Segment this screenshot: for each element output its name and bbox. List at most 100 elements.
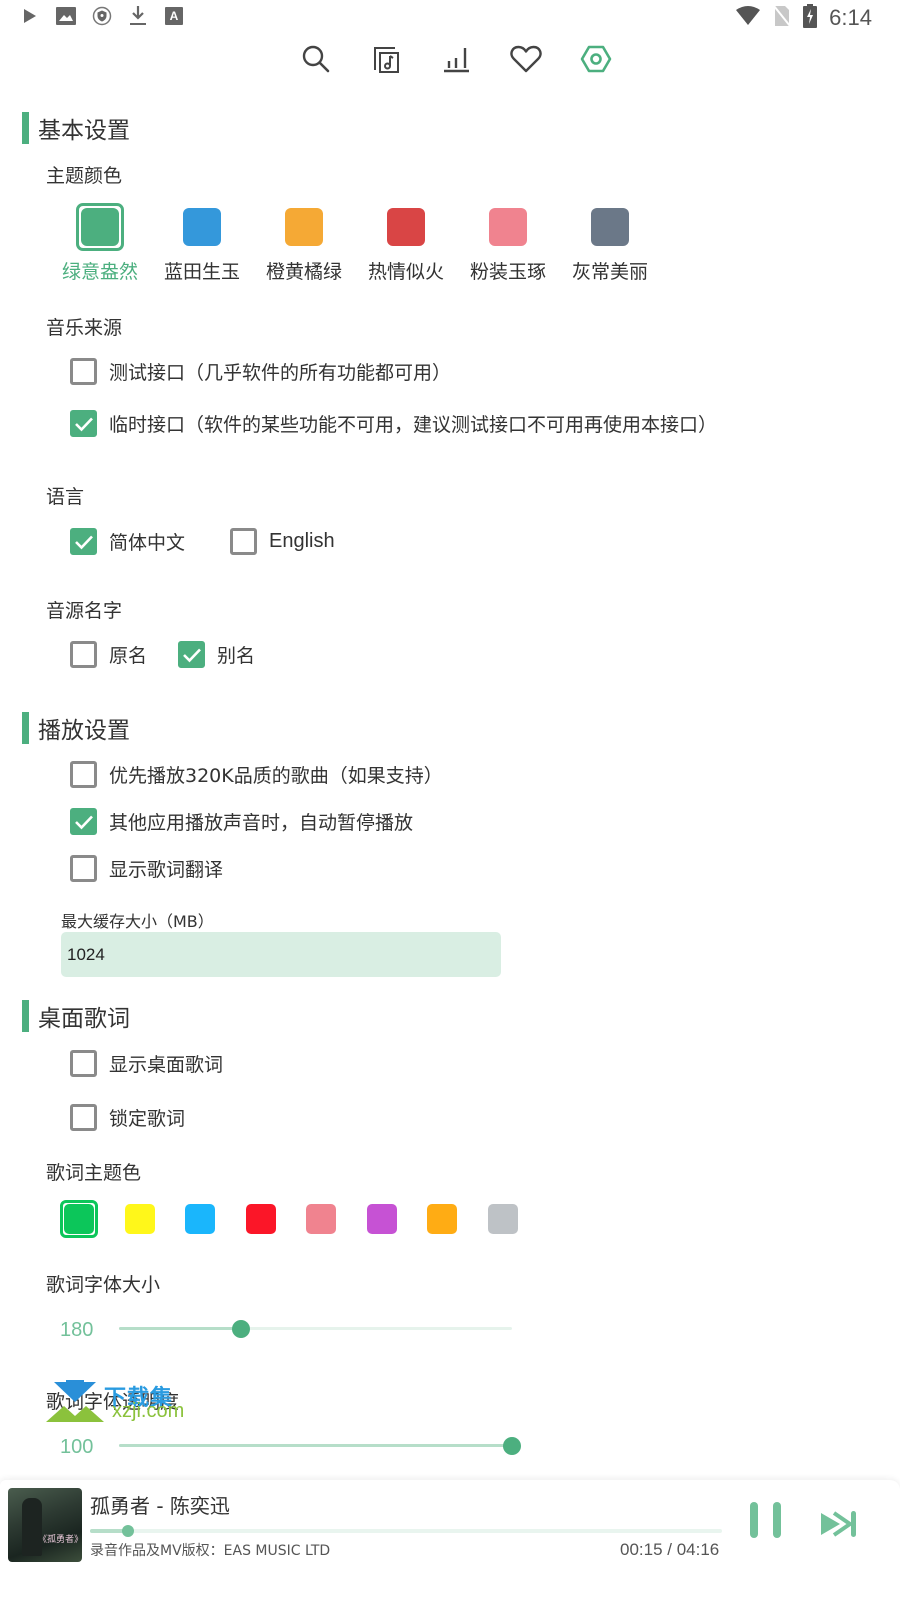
status-time: 6:14 [829, 5, 872, 30]
checkbox-simplified-chinese[interactable]: 简体中文 [70, 528, 185, 555]
pause-button[interactable] [748, 1500, 784, 1542]
lyric-swatch[interactable] [64, 1204, 94, 1234]
settings-hexagon-icon [580, 44, 612, 78]
lyric-color-option[interactable] [242, 1200, 303, 1238]
theme-swatch-frame [382, 203, 430, 251]
theme-swatch[interactable] [591, 208, 629, 246]
section-title: 桌面歌词 [38, 1006, 130, 1032]
checkbox-show-translation[interactable]: 显示歌词翻译 [70, 855, 223, 882]
checkbox[interactable] [70, 855, 97, 882]
theme-option[interactable]: 灰常美丽 [559, 203, 661, 284]
checkbox-temp-api[interactable]: 临时接口（软件的某些功能不可用，建议测试接口不可用再使用本接口） [70, 410, 717, 437]
font-size-slider[interactable] [119, 1319, 512, 1339]
nav-settings[interactable] [579, 44, 613, 78]
lyric-swatch[interactable] [306, 1204, 336, 1234]
checkbox-test-api[interactable]: 测试接口（几乎软件的所有功能都可用） [70, 358, 451, 385]
lyric-swatch[interactable] [427, 1204, 457, 1234]
checkbox-original-name[interactable]: 原名 [70, 641, 147, 668]
wifi-icon [735, 6, 761, 30]
checkbox-show-desktop-lyrics[interactable]: 显示桌面歌词 [70, 1050, 223, 1077]
image-icon [56, 6, 76, 26]
nav-favorites[interactable] [509, 44, 543, 78]
checkbox[interactable] [70, 1050, 97, 1077]
theme-option[interactable]: 蓝田生玉 [151, 203, 253, 284]
mini-player: 《孤勇者》 孤勇者 - 陈奕迅 录音作品及MV版权：EAS MUSIC LTD … [0, 1480, 900, 1600]
slider-thumb[interactable] [231, 1320, 250, 1338]
music-library-icon [371, 44, 401, 78]
checkbox[interactable] [70, 641, 97, 668]
checkbox-english[interactable]: English [230, 528, 335, 555]
lyric-color-option[interactable] [484, 1200, 545, 1238]
lyric-swatch[interactable] [366, 1204, 397, 1234]
checkbox[interactable] [70, 410, 97, 437]
lyric-color-option[interactable] [181, 1200, 242, 1238]
lyric-swatch-frame [242, 1200, 280, 1238]
cache-size-input[interactable] [61, 932, 501, 977]
checkbox-label: 显示桌面歌词 [109, 1054, 224, 1076]
theme-label: 蓝田生玉 [163, 261, 240, 283]
lyric-color-option[interactable] [302, 1200, 363, 1238]
theme-option[interactable]: 绿意盎然 [49, 203, 151, 284]
theme-swatch-frame [586, 203, 634, 251]
slider-fill [119, 1327, 241, 1330]
font-size-label: 歌词字体大小 [46, 1274, 161, 1296]
section-desktop-lyrics: 桌面歌词 [22, 999, 130, 1033]
checkbox[interactable] [70, 358, 97, 385]
section-title: 基本设置 [38, 118, 130, 144]
checkbox-label: 显示歌词翻译 [109, 859, 224, 881]
playback-time: 00:15 / 04:16 [620, 1540, 720, 1559]
checkbox-lock-lyrics[interactable]: 锁定歌词 [70, 1104, 185, 1131]
opacity-slider[interactable] [119, 1436, 521, 1456]
next-track-button[interactable] [820, 1510, 860, 1538]
progress-thumb[interactable] [121, 1525, 134, 1537]
opacity-label: 歌词字体透明度 [46, 1391, 180, 1413]
checkbox[interactable] [70, 761, 97, 788]
theme-swatch[interactable] [387, 208, 425, 246]
theme-label: 热情似火 [367, 261, 444, 283]
checkbox[interactable] [70, 808, 97, 835]
no-sim-icon [773, 5, 791, 31]
search-icon [301, 44, 331, 78]
lyric-color-option[interactable] [423, 1200, 484, 1238]
checkbox-alias-name[interactable]: 别名 [178, 641, 255, 668]
checkmark-icon [182, 648, 201, 662]
theme-option[interactable]: 粉装玉琢 [457, 203, 559, 284]
lyric-swatch[interactable] [185, 1204, 215, 1234]
nav-search[interactable] [299, 44, 333, 78]
slider-fill [119, 1444, 512, 1447]
checkbox[interactable] [178, 641, 205, 668]
lyric-color-option[interactable] [363, 1200, 424, 1238]
theme-swatch-frame [280, 203, 328, 251]
top-nav [0, 44, 900, 84]
checkbox[interactable] [70, 528, 97, 555]
section-play-settings: 播放设置 [22, 711, 130, 745]
section-title: 播放设置 [38, 718, 130, 744]
play-icon [20, 6, 40, 26]
slider-thumb[interactable] [503, 1437, 521, 1455]
checkbox-auto-pause[interactable]: 其他应用播放声音时，自动暂停播放 [70, 808, 413, 835]
checkbox[interactable] [230, 528, 257, 555]
theme-option[interactable]: 热情似火 [355, 203, 457, 284]
theme-swatch[interactable] [183, 208, 221, 246]
checkmark-icon [74, 815, 93, 829]
theme-swatch[interactable] [81, 208, 119, 246]
theme-swatch[interactable] [285, 208, 323, 246]
nav-charts[interactable] [439, 44, 473, 78]
lyric-swatch[interactable] [245, 1204, 276, 1234]
lyric-color-option[interactable] [121, 1200, 182, 1238]
source-name-label: 音源名字 [46, 600, 123, 622]
theme-swatch[interactable] [489, 208, 527, 246]
lyric-swatch[interactable] [487, 1204, 518, 1234]
cache-size-label: 最大缓存大小（MB） [61, 912, 214, 931]
album-cover[interactable]: 《孤勇者》 [8, 1488, 82, 1562]
nav-music-library[interactable] [369, 44, 403, 78]
checkbox[interactable] [70, 1104, 97, 1131]
lyric-swatch-frame [60, 1200, 98, 1238]
song-title[interactable]: 孤勇者 - 陈奕迅 [90, 1490, 230, 1519]
lyric-color-option[interactable] [60, 1200, 121, 1238]
playback-progress[interactable] [90, 1524, 722, 1538]
lyric-swatch[interactable] [124, 1204, 155, 1234]
checkbox-label: 原名 [109, 645, 148, 667]
checkbox-prefer-320k[interactable]: 优先播放320K品质的歌曲（如果支持） [70, 761, 443, 788]
theme-option[interactable]: 橙黄橘绿 [253, 203, 355, 284]
